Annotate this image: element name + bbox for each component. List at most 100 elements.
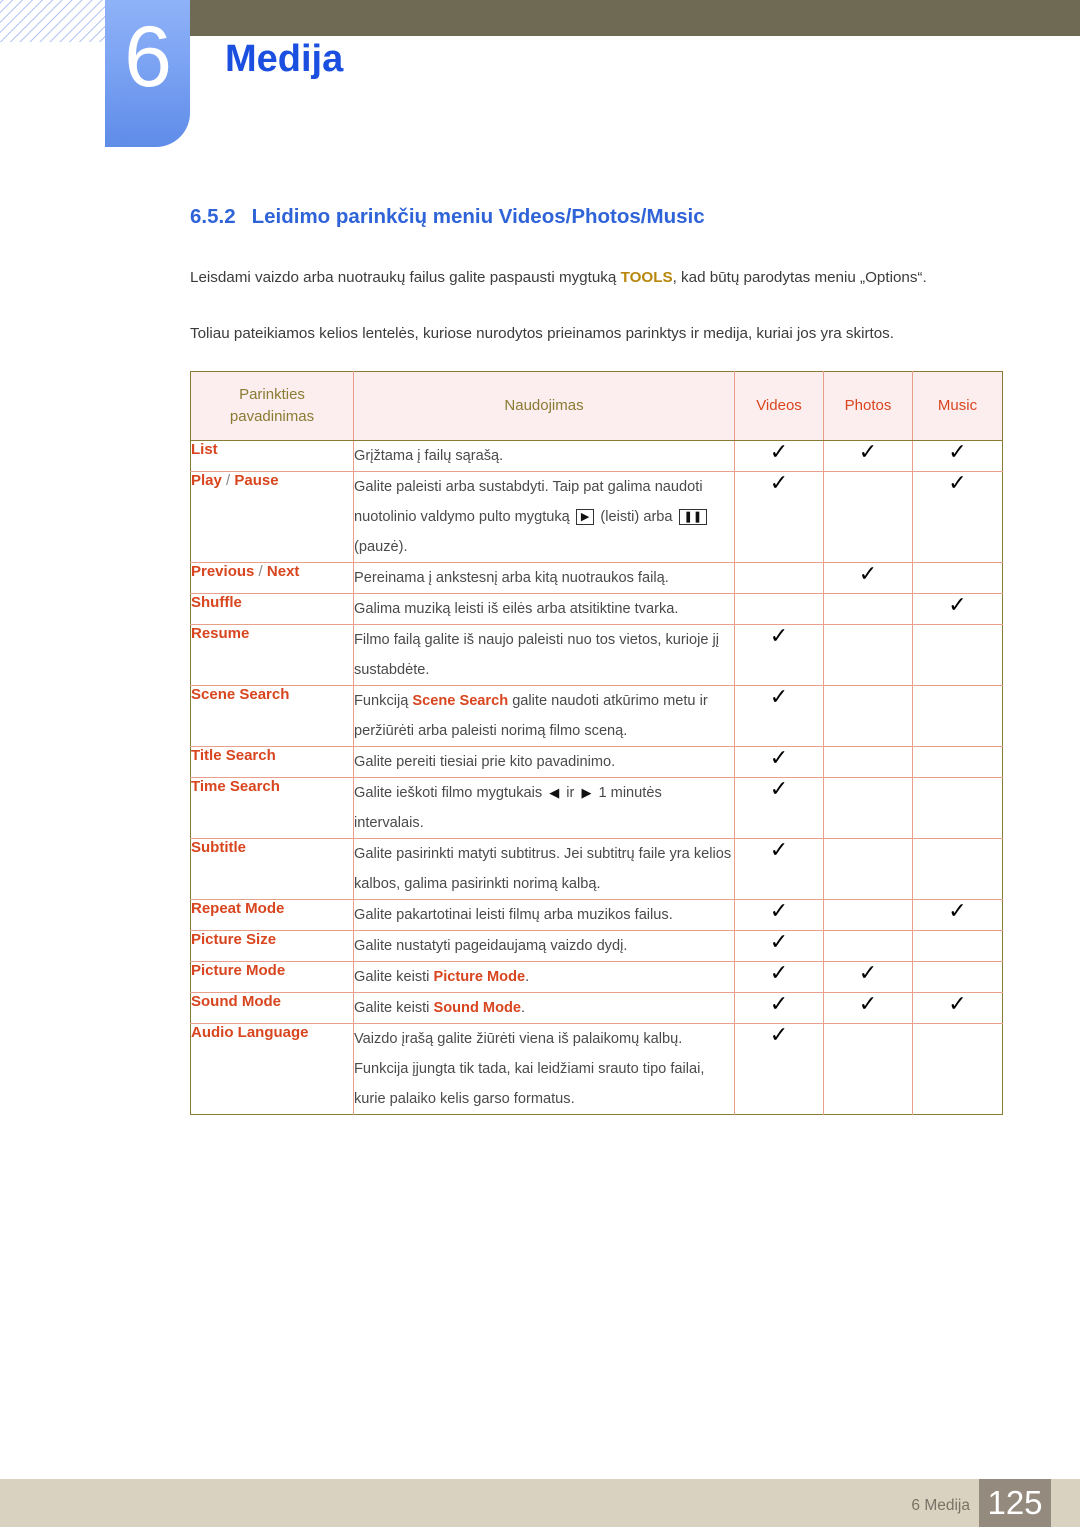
usage-text: ir	[562, 785, 579, 801]
checkmark-icon: ✓	[769, 623, 789, 648]
music-check-cell	[913, 1024, 1003, 1115]
videos-check-cell	[734, 562, 824, 594]
page-content: 6.5.2 Leidimo parinkčių meniu Videos/Phot…	[190, 205, 1003, 1115]
usage-text: Galite nustatyti pageidaujamą vaizdo dyd…	[354, 938, 628, 954]
usage-text: Galite pakartotinai leisti filmų arba mu…	[354, 907, 673, 923]
usage-description-cell: Galite keisti Sound Mode.	[353, 992, 735, 1024]
checkmark-icon: ✓	[769, 898, 789, 923]
tools-button-reference: TOOLS	[620, 269, 673, 286]
option-name-label: Title Search	[191, 747, 276, 764]
usage-description-cell: Galite ieškoti filmo mygtukais ◀ ir ▶ 1 …	[353, 777, 735, 839]
option-name-label: Scene Search	[191, 686, 290, 703]
usage-text: Grįžtama į failų sąrašą.	[354, 448, 504, 464]
music-check-cell: ✓	[912, 592, 1003, 625]
table-row: Time Search Galite ieškoti filmo mygtukai…	[190, 776, 1003, 839]
checkmark-icon: ✓	[948, 991, 967, 1016]
music-check-cell: ✓	[912, 471, 1003, 563]
playback-options-table: Parinkties pavadinimas Naudojimas Videos…	[190, 371, 1003, 1115]
option-name-label: Sound Mode	[191, 993, 281, 1010]
option-name-cell: Scene Search	[190, 685, 354, 747]
checkmark-icon: ✓	[769, 991, 789, 1016]
table-header-row: Parinkties pavadinimas Naudojimas Videos…	[190, 371, 1003, 441]
column-header-photos: Photos	[823, 371, 913, 441]
table-row: Resume Filmo failą galite iš naujo paleis…	[190, 623, 1003, 686]
usage-text: Filmo failą galite iš naujo paleisti nuo…	[354, 632, 720, 678]
usage-description-cell: Galite paleisti arba sustabdyti. Taip pa…	[353, 471, 735, 563]
photos-check-cell: ✓	[823, 961, 913, 993]
table-body: List Grįžtama į failų sąrašą. ✓ ✓ ✓ Play / Pa…	[190, 439, 1003, 1115]
option-name-cell: Time Search	[190, 777, 354, 839]
music-check-cell	[912, 562, 1003, 594]
table-row: Previous / Next Pereinama į ankstesnį arb…	[190, 561, 1003, 594]
usage-text: (pauzė).	[354, 539, 408, 555]
option-name-cell: Previous / Next	[190, 562, 354, 594]
option-name-label: Subtitle	[191, 839, 246, 856]
usage-text: Funkciją	[354, 693, 413, 709]
usage-description-cell: Vaizdo įrašą galite žiūrėti viena iš pal…	[353, 1023, 735, 1115]
checkmark-icon: ✓	[769, 776, 789, 801]
option-name-cell: Repeat Mode	[190, 899, 354, 931]
section-title: Leidimo parinkčių meniu Videos/Photos/Mu…	[251, 205, 705, 228]
inline-feature-name: Scene Search	[412, 693, 509, 709]
table-row: Subtitle Galite pasirinkti matyti subtitr…	[190, 837, 1003, 900]
music-check-cell	[912, 961, 1003, 993]
chapter-number: 6	[124, 9, 172, 105]
checkmark-icon: ✓	[769, 1022, 789, 1047]
photos-check-cell: ✓	[823, 992, 913, 1024]
videos-check-cell: ✓	[734, 898, 824, 931]
table-row: Repeat Mode Galite pakartotinai leisti fi…	[190, 898, 1003, 931]
option-name-label: Previous	[191, 563, 255, 580]
videos-check-cell: ✓	[734, 746, 824, 778]
music-check-cell	[912, 930, 1003, 962]
music-check-cell: ✓	[912, 440, 1003, 472]
photos-check-cell	[823, 1023, 913, 1115]
option-name-label: Play	[191, 472, 222, 489]
table-row: Scene Search Funkciją Scene Search galite…	[190, 685, 1003, 747]
music-check-cell	[912, 685, 1003, 747]
table-row: Picture Size Galite nustatyti pageidaujam…	[190, 930, 1003, 962]
direction-arrow-icon: ▶	[581, 785, 592, 800]
videos-check-cell: ✓	[734, 1022, 824, 1115]
footer-chapter-label: 6 Medija	[911, 1497, 970, 1514]
usage-description-cell: Galite pakartotinai leisti filmų arba mu…	[353, 899, 735, 931]
checkmark-icon: ✓	[769, 960, 789, 985]
checkmark-icon: ✓	[948, 592, 967, 617]
photos-check-cell	[823, 624, 913, 686]
chapter-tab: 6	[105, 0, 190, 147]
option-name-label: Picture Mode	[191, 962, 286, 979]
checkmark-icon: ✓	[858, 561, 878, 586]
photos-check-cell: ✓	[823, 561, 913, 594]
checkmark-icon: ✓	[769, 470, 789, 495]
remote-key-icon: ❚❚	[678, 509, 708, 525]
intro-text-before: Leisdami vaizdo arba nuotraukų failus ga…	[190, 269, 621, 286]
videos-check-cell	[734, 593, 824, 625]
checkmark-icon: ✓	[858, 439, 878, 464]
checkmark-icon: ✓	[769, 837, 789, 862]
table-row: List Grįžtama į failų sąrašą. ✓ ✓ ✓	[190, 439, 1003, 472]
option-name-label: Audio Language	[191, 1024, 309, 1041]
usage-description-cell: Galite keisti Picture Mode.	[353, 961, 735, 993]
remote-key-icon: ▶	[575, 509, 595, 525]
usage-description-cell: Funkciją Scene Search galite naudoti atk…	[353, 685, 735, 747]
direction-arrow-icon: ◀	[549, 785, 560, 800]
videos-check-cell: ✓	[734, 623, 824, 686]
option-name-label: Picture Size	[191, 931, 277, 948]
usage-text: .	[521, 1000, 526, 1016]
intro-paragraph-2: Toliau pateikiamos kelios lentelės, kuri…	[190, 325, 894, 342]
checkmark-icon: ✓	[948, 898, 967, 923]
option-name-cell: Resume	[190, 624, 354, 686]
option-name-cell: Sound Mode	[190, 992, 354, 1024]
usage-text: Galite keisti	[354, 969, 434, 985]
footer-page-number: 125	[979, 1479, 1051, 1527]
usage-text: Galite keisti	[354, 1000, 434, 1016]
option-name-cell: Shuffle	[190, 593, 354, 625]
usage-description-cell: Pereinama į ankstesnį arba kitą nuotrauk…	[353, 562, 735, 594]
table-row: Audio Language Vaizdo įrašą galite žiūrėt…	[190, 1022, 1003, 1115]
option-name-label: Shuffle	[191, 594, 242, 611]
table-row: Sound Mode Galite keisti Sound Mode. ✓ ✓ ✓	[190, 991, 1003, 1024]
checkmark-icon: ✓	[769, 439, 789, 464]
option-name-cell: List	[190, 440, 354, 472]
option-name-label: Pause	[234, 472, 279, 489]
photos-check-cell	[823, 899, 913, 931]
usage-description-cell: Galite nustatyti pageidaujamą vaizdo dyd…	[353, 930, 735, 962]
